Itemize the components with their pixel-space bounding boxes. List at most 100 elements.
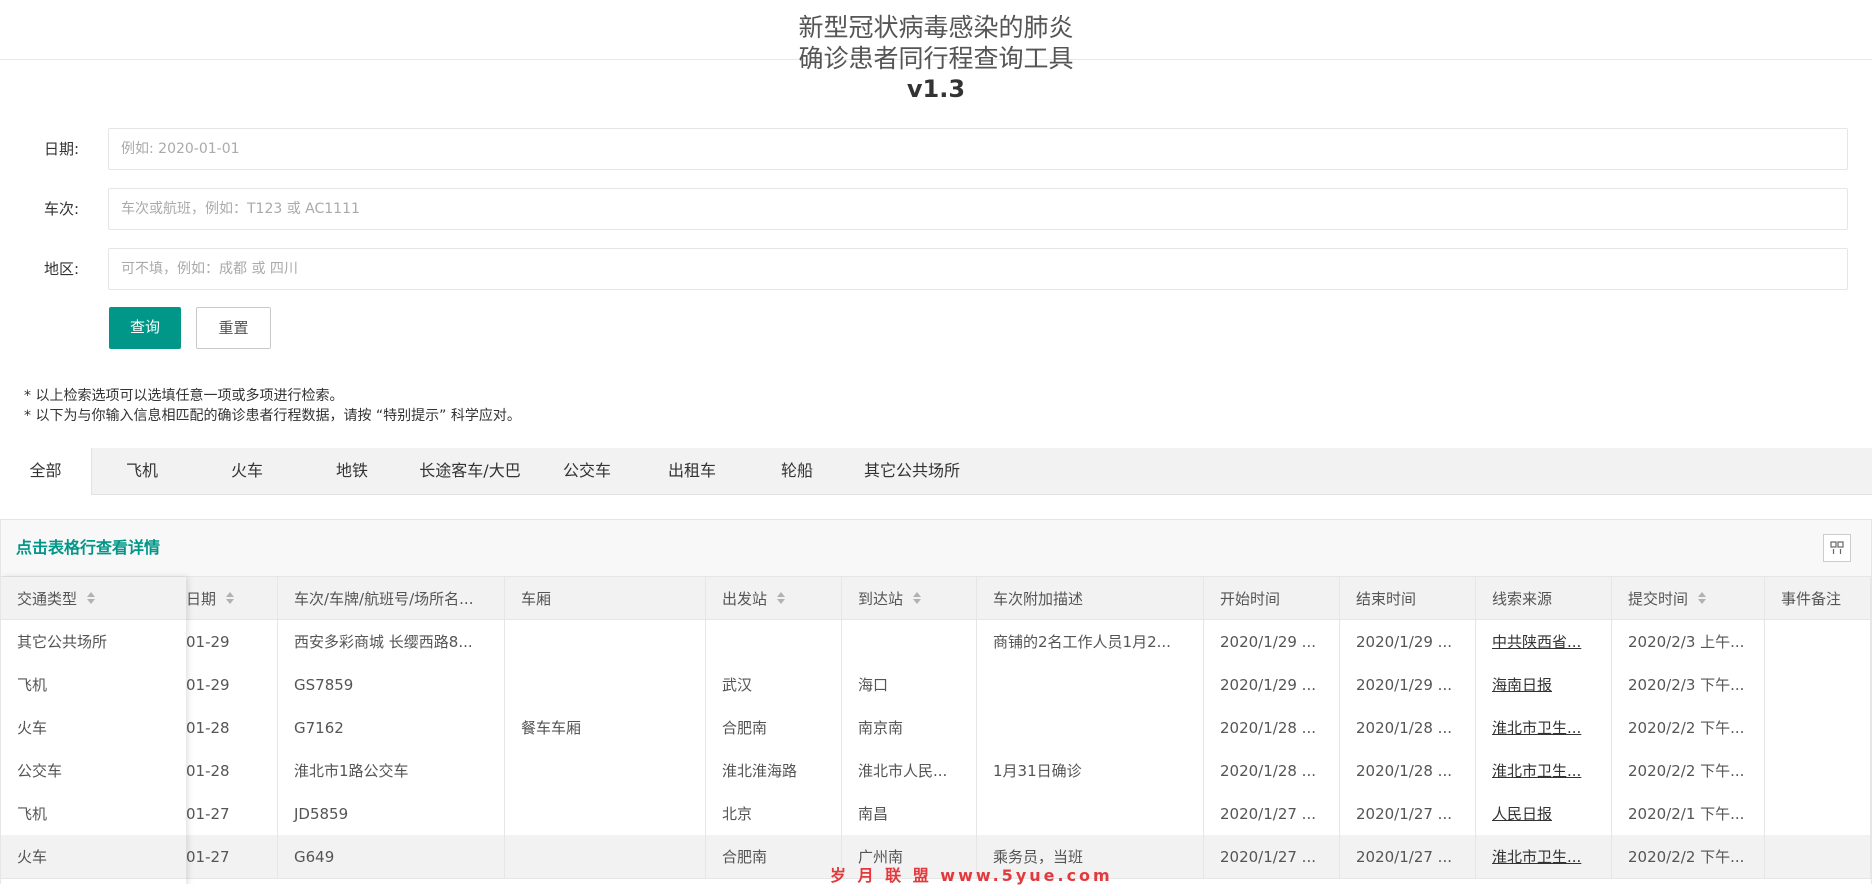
- cell-text: 2020/1/27 ...: [1220, 847, 1316, 866]
- sort-icon[interactable]: [226, 592, 235, 604]
- cell-from: 北京: [706, 792, 842, 835]
- region-input[interactable]: [108, 248, 1848, 290]
- cell-to: [842, 620, 977, 663]
- cell-type: 火车: [1, 706, 186, 749]
- cell-date: 01-27: [186, 792, 278, 835]
- source-link[interactable]: 海南日报: [1492, 674, 1552, 695]
- cell-desc: 商铺的2名工作人员1月2...: [977, 620, 1204, 663]
- th-type-cell[interactable]: 交通类型: [1, 577, 186, 619]
- train-row: 车次:: [0, 188, 1872, 230]
- cell-carriage: 餐车车厢: [505, 706, 706, 749]
- reset-button[interactable]: 重置: [196, 307, 271, 349]
- cell-date: 01-28: [186, 706, 278, 749]
- cell-text: 01-27: [186, 804, 230, 823]
- cell-start: 2020/1/27 ...: [1204, 835, 1340, 878]
- cell-start: 2020/1/28 ...: [1204, 749, 1340, 792]
- cell-source[interactable]: 淮北市卫生...: [1476, 706, 1612, 749]
- fixed-row[interactable]: 飞机: [1, 663, 186, 707]
- cell-text: 北京: [722, 805, 753, 823]
- fixed-row[interactable]: 公交车: [1, 749, 186, 793]
- cell-note: [1765, 620, 1871, 663]
- cell-type: 公交车: [1, 749, 186, 792]
- th-type[interactable]: 交通类型: [1, 577, 186, 620]
- cell-text: 西安多彩商城 长缨西路8...: [294, 633, 473, 651]
- tab-train[interactable]: 火车: [213, 448, 281, 494]
- tab-coach[interactable]: 长途客车/大巴: [414, 448, 526, 494]
- data-table: 点击表格行查看详情 日期 车次/车牌/航班号/场所名... 车厢 出发站 到达站 车次附加…: [0, 519, 1872, 884]
- cell-text: 2020/2/1 下午...: [1628, 805, 1745, 823]
- sort-icon[interactable]: [777, 592, 786, 604]
- cell-carriage: [505, 620, 706, 663]
- cell-from: 合肥南: [706, 706, 842, 749]
- cell-date: 01-29: [186, 620, 278, 663]
- th-label: 车次/车牌/航班号/场所名...: [294, 589, 474, 608]
- fixed-row[interactable]: 其它公共场所: [1, 620, 186, 664]
- date-input[interactable]: [108, 128, 1848, 170]
- source-link[interactable]: 淮北市卫生...: [1492, 760, 1581, 781]
- th-label: 车次附加描述: [993, 589, 1084, 608]
- source-link[interactable]: 中共陕西省...: [1492, 631, 1581, 652]
- cell-source[interactable]: 中共陕西省...: [1476, 620, 1612, 663]
- tab-all[interactable]: 全部: [0, 448, 92, 495]
- cell-text: 海口: [858, 676, 889, 694]
- table-toolbar: 点击表格行查看详情: [1, 520, 1871, 577]
- cell-end: 2020/1/27 ...: [1340, 792, 1476, 835]
- cell-end: 2020/1/28 ...: [1340, 749, 1476, 792]
- train-input[interactable]: [108, 188, 1848, 230]
- search-button[interactable]: 查询: [109, 307, 181, 349]
- cell-source[interactable]: 人民日报: [1476, 792, 1612, 835]
- cell-text: 淮北市人民...: [858, 762, 948, 780]
- th-note: 事件备注: [1765, 577, 1871, 619]
- tab-ship[interactable]: 轮船: [763, 448, 831, 494]
- source-link[interactable]: 人民日报: [1492, 803, 1552, 824]
- fixed-row[interactable]: 火车: [1, 706, 186, 750]
- cell-text: 2020/2/3 下午...: [1628, 676, 1745, 694]
- tab-subway[interactable]: 地铁: [318, 448, 386, 494]
- source-link[interactable]: 淮北市卫生...: [1492, 846, 1581, 867]
- columns-icon[interactable]: [1823, 534, 1851, 562]
- cell-submit: 2020/2/3 下午...: [1612, 663, 1765, 706]
- cell-source[interactable]: 淮北市卫生...: [1476, 749, 1612, 792]
- tab-plane[interactable]: 飞机: [108, 448, 176, 494]
- cell-note: [1765, 663, 1871, 706]
- fixed-row[interactable]: 火车: [1, 835, 186, 879]
- tab-bus[interactable]: 公交车: [553, 448, 621, 494]
- table-row[interactable]: 01-29 GS7859 武汉 海口 2020/1/29 ... 2020/1/29 ..…: [1, 663, 1871, 707]
- fixed-row[interactable]: 飞机: [1, 792, 186, 836]
- th-end: 结束时间: [1340, 577, 1476, 619]
- table-row[interactable]: 01-28 淮北市1路公交车 淮北淮海路 淮北市人民... 1月31日确诊 2020/1/…: [1, 749, 1871, 793]
- tab-other-public[interactable]: 其它公共场所: [858, 448, 966, 494]
- th-desc: 车次附加描述: [977, 577, 1204, 619]
- cell-end: 2020/1/28 ...: [1340, 706, 1476, 749]
- cell-text: 2020/1/27 ...: [1356, 847, 1452, 866]
- cell-note: [1765, 706, 1871, 749]
- th-from[interactable]: 出发站: [706, 577, 842, 619]
- cell-vehicle: 淮北市1路公交车: [278, 749, 505, 792]
- table-row[interactable]: 01-27 JD5859 北京 南昌 2020/1/27 ... 2020/1/27 ..…: [1, 792, 1871, 836]
- cell-text: 2020/1/28 ...: [1356, 718, 1452, 737]
- cell-text: 武汉: [722, 676, 753, 694]
- cell-source[interactable]: 海南日报: [1476, 663, 1612, 706]
- cell-text: 01-28: [186, 761, 230, 780]
- source-link[interactable]: 淮北市卫生...: [1492, 717, 1581, 738]
- th-to[interactable]: 到达站: [842, 577, 977, 619]
- note-2: * 以下为与你输入信息相匹配的确诊患者行程数据，请按 “特别提示” 科学应对。: [24, 408, 521, 424]
- cell-text: 火车: [17, 719, 48, 737]
- sort-icon[interactable]: [913, 592, 922, 604]
- page-title: 新型冠状病毒感染的肺炎 确诊患者同行程查询工具 v1.3: [0, 12, 1872, 104]
- th-submit[interactable]: 提交时间: [1612, 577, 1765, 619]
- sort-icon[interactable]: [1698, 592, 1707, 604]
- sort-icon[interactable]: [87, 592, 96, 604]
- cell-text: 火车: [17, 848, 48, 866]
- cell-text: 2020/1/29 ...: [1220, 632, 1316, 651]
- cell-source[interactable]: 淮北市卫生...: [1476, 835, 1612, 878]
- th-date[interactable]: 日期: [186, 577, 278, 619]
- cell-from: 武汉: [706, 663, 842, 706]
- cell-date: 01-27: [186, 835, 278, 878]
- tab-bar: 全部 飞机 火车 地铁 长途客车/大巴 公交车 出租车 轮船 其它公共场所: [0, 448, 1872, 495]
- tab-taxi[interactable]: 出租车: [658, 448, 726, 494]
- table-row[interactable]: 01-28 G7162 餐车车厢 合肥南 南京南 2020/1/28 ... 2020/1/…: [1, 706, 1871, 750]
- table-row[interactable]: 01-29 西安多彩商城 长缨西路8... 商铺的2名工作人员1月2... 2020/…: [1, 620, 1871, 664]
- cell-text: 2020/2/3 上午...: [1628, 633, 1745, 651]
- cell-text: 淮北市1路公交车: [294, 762, 409, 780]
